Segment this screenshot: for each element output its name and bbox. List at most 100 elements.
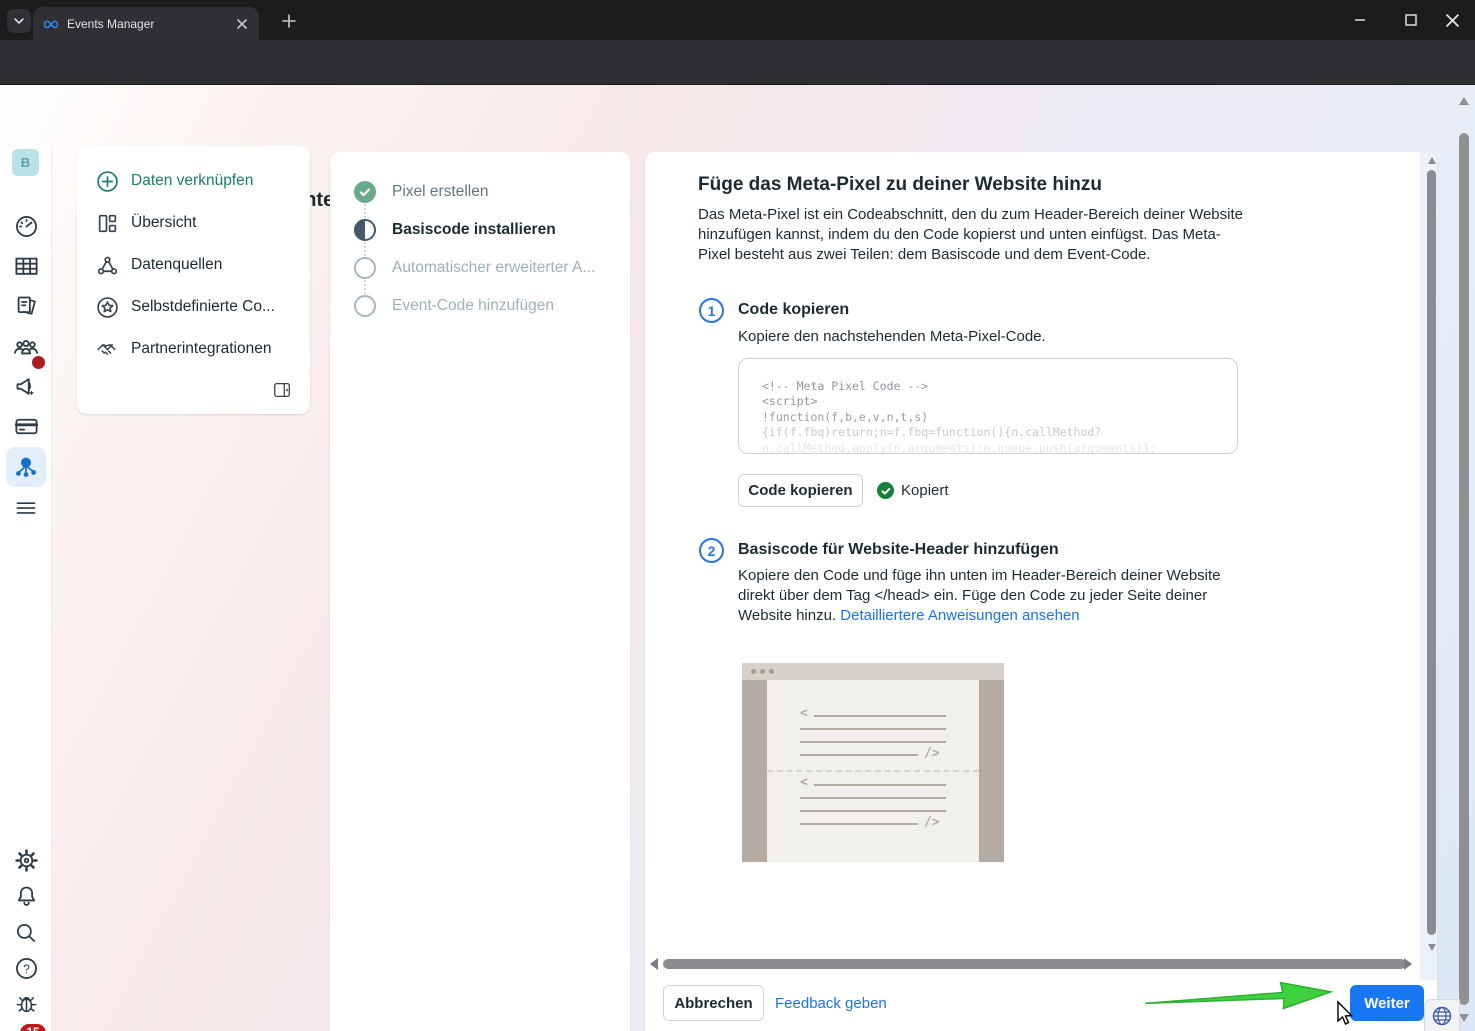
meta-favicon [43,19,59,28]
data-sources-icon [95,253,119,277]
nav-item-connect-data[interactable]: Daten verknüpfen [77,160,310,202]
step-connector [364,242,366,256]
new-tab-button[interactable] [276,8,302,34]
step-connector [364,204,366,218]
hscroll-left-arrow[interactable] [650,958,658,970]
left-rail: B ? [0,145,52,1031]
rail-search-icon[interactable] [0,920,52,946]
nav-item-data-sources[interactable]: Datenquellen [77,244,310,286]
copied-check-icon [877,482,894,499]
tab-close-icon[interactable] [233,15,251,33]
rail-home-icon[interactable] [0,213,52,240]
pixel-nav-panel: Daten verknüpfen Übersicht Datenquellen … [77,146,310,414]
illustration-left-column [742,680,767,862]
step-basiscode-installieren[interactable]: Basiscode installieren [354,218,630,242]
rail-bug-report-icon[interactable] [0,990,52,1017]
rail-events-manager-selected[interactable] [6,447,46,487]
step-done-icon [354,181,376,203]
step1-title: Code kopieren [738,301,850,318]
handshake-icon [95,337,119,361]
tab-search-button[interactable] [7,9,31,33]
copy-code-button[interactable]: Code kopieren [738,474,863,507]
illustration-right-column [979,680,1004,862]
language-globe-button[interactable] [1424,999,1460,1031]
window-minimize-button[interactable] [1337,0,1383,40]
nav-item-overview[interactable]: Übersicht [77,202,310,244]
tab-title: Events Manager [67,16,155,31]
browser-toolbar: business.facebook.com/events_manager2/pi… [0,40,1475,118]
copied-label: Kopiert [901,482,949,499]
rail-audiences-icon[interactable] [0,333,52,361]
content-title: Füge das Meta-Pixel zu deiner Website hi… [698,174,1103,195]
rail-ads-icon[interactable] [0,373,52,400]
content-intro: Das Meta-Pixel ist ein Codeabschnitt, de… [698,206,1243,263]
rail-settings-gear-icon[interactable] [0,847,52,874]
inner-vscroll-down-arrow[interactable] [1428,944,1436,951]
nav-item-partner-integrations[interactable]: Partnerintegrationen [77,328,310,370]
rail-pages-icon[interactable] [0,293,52,320]
pixel-code-block: <!-- Meta Pixel Code --> <script> !functio… [738,358,1238,454]
step-event-code-hinzufuegen[interactable]: Event-Code hinzufügen [354,294,630,318]
star-circle-icon [95,295,119,319]
step2-body: Kopiere den Code und füge ihn unten im H… [738,566,1243,626]
rail-notifications-bell-icon[interactable] [0,883,52,910]
code-line: !function(f,b,e,v,n,t,s) [762,409,929,424]
rail-business-avatar[interactable]: B [12,149,39,176]
nav-item-label: Daten verknüpfen [131,172,254,189]
next-button[interactable]: Weiter [1350,985,1424,1021]
step-connector [364,280,366,294]
rail-billing-icon[interactable] [0,413,52,440]
hscroll-thumb[interactable] [663,959,1406,969]
mouse-cursor [1337,1000,1354,1025]
wizard-steps-panel: Pixel erstellen Basiscode installieren A… [330,152,630,1031]
feedback-link[interactable]: Feedback geben [775,995,887,1012]
illustration-browser-bar [742,663,1004,680]
collapse-panel-icon[interactable] [270,378,294,402]
step1-number: 1 [699,298,724,323]
nav-item-label: Partnerintegrationen [131,340,272,357]
events-manager-icon [16,457,36,477]
hscroll-right-arrow[interactable] [1404,958,1412,970]
page-vscroll-thumb[interactable] [1459,133,1469,1005]
screen: Events Manager business.face [0,0,1475,1031]
code-line: n.callMethod.apply(n,arguments):n.queue.… [762,440,1157,454]
step2-number: 2 [699,538,724,563]
plus-circle-icon [95,169,119,193]
code-line: <script> [762,394,818,409]
rail-reports-icon[interactable] [0,253,52,280]
window-maximize-button[interactable] [1388,0,1434,40]
copied-status: Kopiert [877,482,949,499]
overview-icon [95,211,119,235]
page-vscroll-up-arrow[interactable] [1459,97,1469,105]
step-pixel-erstellen[interactable]: Pixel erstellen [354,180,630,204]
inner-vscroll-up-arrow[interactable] [1428,157,1436,164]
nav-item-label: Selbstdefinierte Co... [131,298,275,315]
notification-count-badge: 15 [20,1024,46,1031]
inner-vscroll-thumb[interactable] [1427,170,1436,935]
cancel-button[interactable]: Abbrechen [663,985,764,1021]
nav-item-label: Übersicht [131,214,197,231]
step-automatischer-abgleich[interactable]: Automatischer erweiterter A... [354,256,630,280]
window-close-button[interactable] [1429,0,1475,40]
main-content-panel: Füge das Meta-Pixel zu deiner Website hi… [645,152,1437,1031]
globe-icon [1432,1006,1452,1026]
browser-tab[interactable]: Events Manager [33,7,259,40]
app-header: Neues Pixel einrichten B Bianca Kurras W… [0,85,1475,221]
step1-subtitle: Kopiere den nachstehenden Meta-Pixel-Cod… [738,328,1046,345]
code-line: {if(f.fbq)return;n=f.fbq=function(){n.ca… [762,425,1102,440]
detailed-instructions-link[interactable]: Detailliertere Anweisungen ansehen [840,607,1079,624]
nav-item-custom-conversions[interactable]: Selbstdefinierte Co... [77,286,310,328]
browser-tabstrip: Events Manager [0,0,1475,40]
header-code-illustration: < /> < /> [742,663,1004,862]
rail-all-tools-icon[interactable] [0,495,52,521]
page-vscroll-down-arrow[interactable] [1459,1014,1469,1022]
nav-item-label: Datenquellen [131,256,223,273]
svg-text:?: ? [23,962,30,976]
step-todo-icon [354,257,376,279]
illustration-divider [767,770,979,772]
step-current-icon [354,219,376,241]
annotation-arrow-icon [1145,981,1334,1010]
step-todo-icon [354,295,376,317]
rail-help-icon[interactable]: ? [0,955,52,982]
step2-title: Basiscode für Website-Header hinzufügen [738,541,1059,558]
